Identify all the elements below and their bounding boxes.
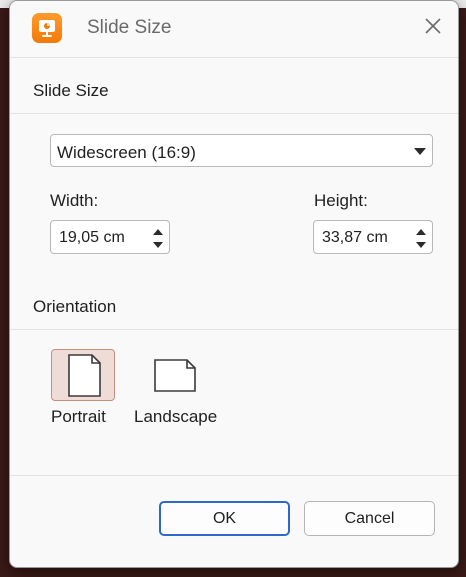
ok-button[interactable]: OK [159, 501, 290, 536]
close-icon[interactable] [420, 13, 446, 39]
presentation-app-icon [32, 13, 62, 43]
orientation-option-portrait[interactable]: Portrait [50, 349, 118, 429]
slide-size-preset-select[interactable]: Widescreen (16:9) [50, 134, 433, 167]
height-value: 33,87 cm [322, 229, 388, 246]
orientation-option-label: Landscape [134, 407, 218, 426]
orientation-option-landscape[interactable]: Landscape [132, 349, 222, 429]
slide-size-section-label: Slide Size [33, 81, 109, 100]
width-stepper[interactable]: 19,05 cm [50, 220, 170, 254]
portrait-page-icon [68, 354, 101, 397]
dialog-titlebar: Slide Size [10, 1, 458, 57]
dialog-title: Slide Size [87, 17, 172, 38]
chevron-down-icon [414, 148, 426, 155]
decrement-arrow-icon[interactable] [151, 238, 165, 250]
width-label: Width: [50, 191, 99, 210]
slide-size-dialog: Slide Size Slide Size Widescreen (16:9) … [9, 0, 459, 568]
landscape-page-icon [154, 359, 196, 392]
portrait-selection-box [51, 349, 115, 401]
height-stepper[interactable]: 33,87 cm [313, 220, 433, 254]
orientation-option-label: Portrait [51, 407, 106, 426]
titlebar-divider [10, 57, 458, 58]
increment-arrow-icon[interactable] [414, 225, 428, 237]
height-label: Height: [314, 191, 368, 210]
section-divider [10, 113, 458, 114]
increment-arrow-icon[interactable] [151, 225, 165, 237]
footer-divider [10, 475, 458, 476]
cancel-button[interactable]: Cancel [304, 501, 435, 536]
slide-size-preset-value: Widescreen (16:9) [57, 143, 196, 162]
section-divider [10, 329, 458, 330]
orientation-section-label: Orientation [33, 297, 117, 316]
decrement-arrow-icon[interactable] [414, 238, 428, 250]
landscape-selection-box [142, 349, 206, 401]
width-value: 19,05 cm [59, 229, 125, 246]
